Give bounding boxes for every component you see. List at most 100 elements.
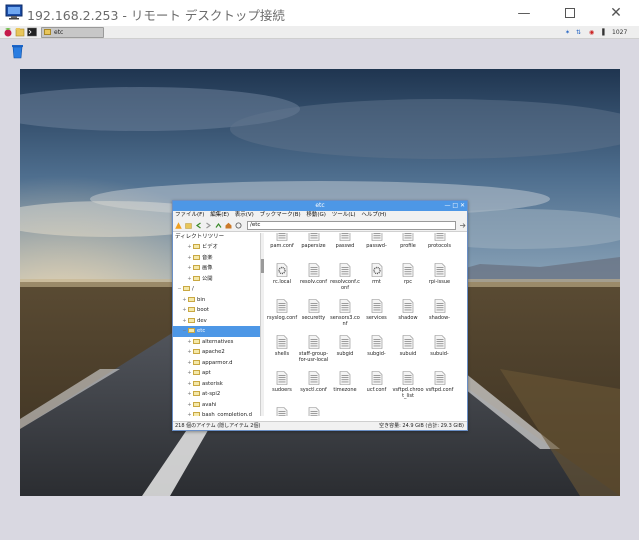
file-item[interactable]: subuid [391, 335, 425, 357]
trash-icon[interactable] [11, 44, 24, 59]
tree-item[interactable]: + avahi [173, 400, 260, 411]
file-item[interactable]: protocols [423, 233, 457, 249]
tree-expander-icon[interactable]: + [187, 389, 192, 400]
raspberry-icon[interactable] [3, 27, 13, 37]
forward-icon[interactable] [205, 222, 212, 229]
file-item[interactable]: pam.conf [265, 233, 299, 249]
reload-icon[interactable] [235, 222, 242, 229]
tree-expander-icon[interactable]: + [187, 263, 192, 274]
terminal-icon[interactable] [27, 27, 37, 37]
file-item[interactable]: staff-group- for-usr-local [297, 335, 331, 363]
tree-item[interactable]: + at-spi2 [173, 389, 260, 400]
tree-item[interactable]: + alternatives [173, 337, 260, 348]
tree-expander-icon[interactable]: + [182, 305, 187, 316]
file-item[interactable]: sudoers [265, 371, 299, 393]
tree-expander-icon[interactable]: + [187, 410, 192, 416]
tree-expander-icon[interactable]: + [187, 242, 192, 253]
file-item[interactable]: passwd [328, 233, 362, 249]
file-item[interactable]: subuid- [423, 335, 457, 357]
file-manager-icon[interactable] [15, 27, 25, 37]
file-item[interactable]: rpc [391, 263, 425, 285]
tree-item[interactable]: + boot [173, 305, 260, 316]
file-item[interactable]: rmt [360, 263, 394, 285]
tree-expander-icon[interactable]: + [187, 347, 192, 358]
tree-item[interactable]: + ビデオ [173, 242, 260, 253]
tree-expander-icon[interactable]: + [187, 358, 192, 369]
tree-item[interactable]: + 画像 [173, 263, 260, 274]
file-item[interactable]: timezone [328, 371, 362, 393]
tree-item[interactable]: + bin [173, 295, 260, 306]
home-icon[interactable] [225, 222, 232, 229]
tree-expander-icon[interactable]: + [187, 337, 192, 348]
file-item[interactable]: vsftpd.chroo t_list [391, 371, 425, 399]
volume-icon[interactable]: ◉ [589, 27, 594, 38]
tree-item[interactable]: + apt [173, 368, 260, 379]
network-icon[interactable]: ⇅ [576, 27, 581, 38]
file-item[interactable]: services [360, 299, 394, 321]
tree-item[interactable]: − / [173, 284, 260, 295]
tree-expander-icon[interactable]: + [187, 400, 192, 411]
tree-item[interactable]: + 公開 [173, 274, 260, 285]
file-item[interactable]: sensors3.co nf [328, 299, 362, 327]
file-item[interactable]: resolvconf.c onf [328, 263, 362, 291]
file-item[interactable]: rsyslog.conf [265, 299, 299, 321]
file-item[interactable]: rpi-issue [423, 263, 457, 285]
tree-item-label: at-spi2 [202, 391, 221, 397]
tree-item[interactable]: − etc [173, 326, 260, 337]
tree-scrollbar[interactable] [261, 233, 264, 416]
menu-help[interactable]: ヘルプ(H) [361, 212, 386, 218]
tree-item[interactable]: + apparmor.d [173, 358, 260, 369]
maximize-button[interactable] [547, 0, 593, 26]
menu-bookmarks[interactable]: ブックマーク(B) [260, 212, 301, 218]
file-item[interactable]: wgetrc [297, 407, 331, 416]
tree-item-label: asterisk [202, 380, 223, 387]
file-item[interactable]: rc.local [265, 263, 299, 285]
menu-edit[interactable]: 編集(E) [210, 212, 229, 218]
file-item[interactable]: resolv.conf [297, 263, 331, 285]
file-item[interactable]: sysctl.conf [297, 371, 331, 393]
file-item[interactable]: shadow- [423, 299, 457, 321]
up-icon[interactable] [215, 222, 222, 229]
menu-tools[interactable]: ツール(L) [332, 212, 356, 218]
file-item[interactable]: shells [265, 335, 299, 357]
menu-view[interactable]: 表示(V) [235, 212, 254, 218]
new-folder-icon[interactable] [185, 222, 192, 229]
file-item[interactable]: ucf.conf [360, 371, 394, 393]
fm-window-controls[interactable]: — □ ✕ [444, 201, 465, 211]
tree-expander-icon[interactable]: − [177, 284, 182, 295]
tree-item[interactable]: + 音楽 [173, 253, 260, 264]
file-item[interactable]: watchdog.c onf [265, 407, 299, 416]
tree-expander-icon[interactable]: + [187, 274, 192, 285]
tree-expander-icon[interactable]: + [182, 316, 187, 327]
fm-titlebar[interactable]: etc — □ ✕ [173, 201, 467, 211]
minimize-button[interactable]: — [501, 0, 547, 26]
close-button[interactable]: ✕ [593, 0, 639, 26]
menu-go[interactable]: 移動(G) [306, 212, 326, 218]
tree-item[interactable]: + dev [173, 316, 260, 327]
tree-item[interactable]: + apache2 [173, 347, 260, 358]
file-name: subgid- [367, 351, 386, 357]
path-input[interactable]: /etc [247, 221, 456, 230]
tree-expander-icon[interactable]: − [182, 326, 187, 337]
file-item[interactable]: shadow [391, 299, 425, 321]
close-icon: ✕ [610, 5, 622, 21]
go-icon[interactable] [459, 222, 466, 229]
file-item[interactable]: papersize [297, 233, 331, 249]
tree-expander-icon[interactable]: + [187, 379, 192, 390]
file-item[interactable]: subgid- [360, 335, 394, 357]
tree-item[interactable]: + bash_completion.d [173, 410, 260, 416]
tree-expander-icon[interactable]: + [182, 295, 187, 306]
bluetooth-icon[interactable]: ✶ [565, 27, 570, 38]
file-item[interactable]: securetty [297, 299, 331, 321]
tree-scrollbar-thumb[interactable] [261, 259, 264, 273]
menu-file[interactable]: ファイル(F) [175, 212, 204, 218]
back-icon[interactable] [195, 222, 202, 229]
file-item[interactable]: passwd- [360, 233, 394, 249]
file-item[interactable]: subgid [328, 335, 362, 357]
tree-expander-icon[interactable]: + [187, 368, 192, 379]
tree-expander-icon[interactable]: + [187, 253, 192, 264]
taskbar-task-etc[interactable]: etc [41, 27, 104, 38]
file-item[interactable]: vsftpd.conf [423, 371, 457, 393]
file-item[interactable]: profile [391, 233, 425, 249]
tree-item[interactable]: + asterisk [173, 379, 260, 390]
